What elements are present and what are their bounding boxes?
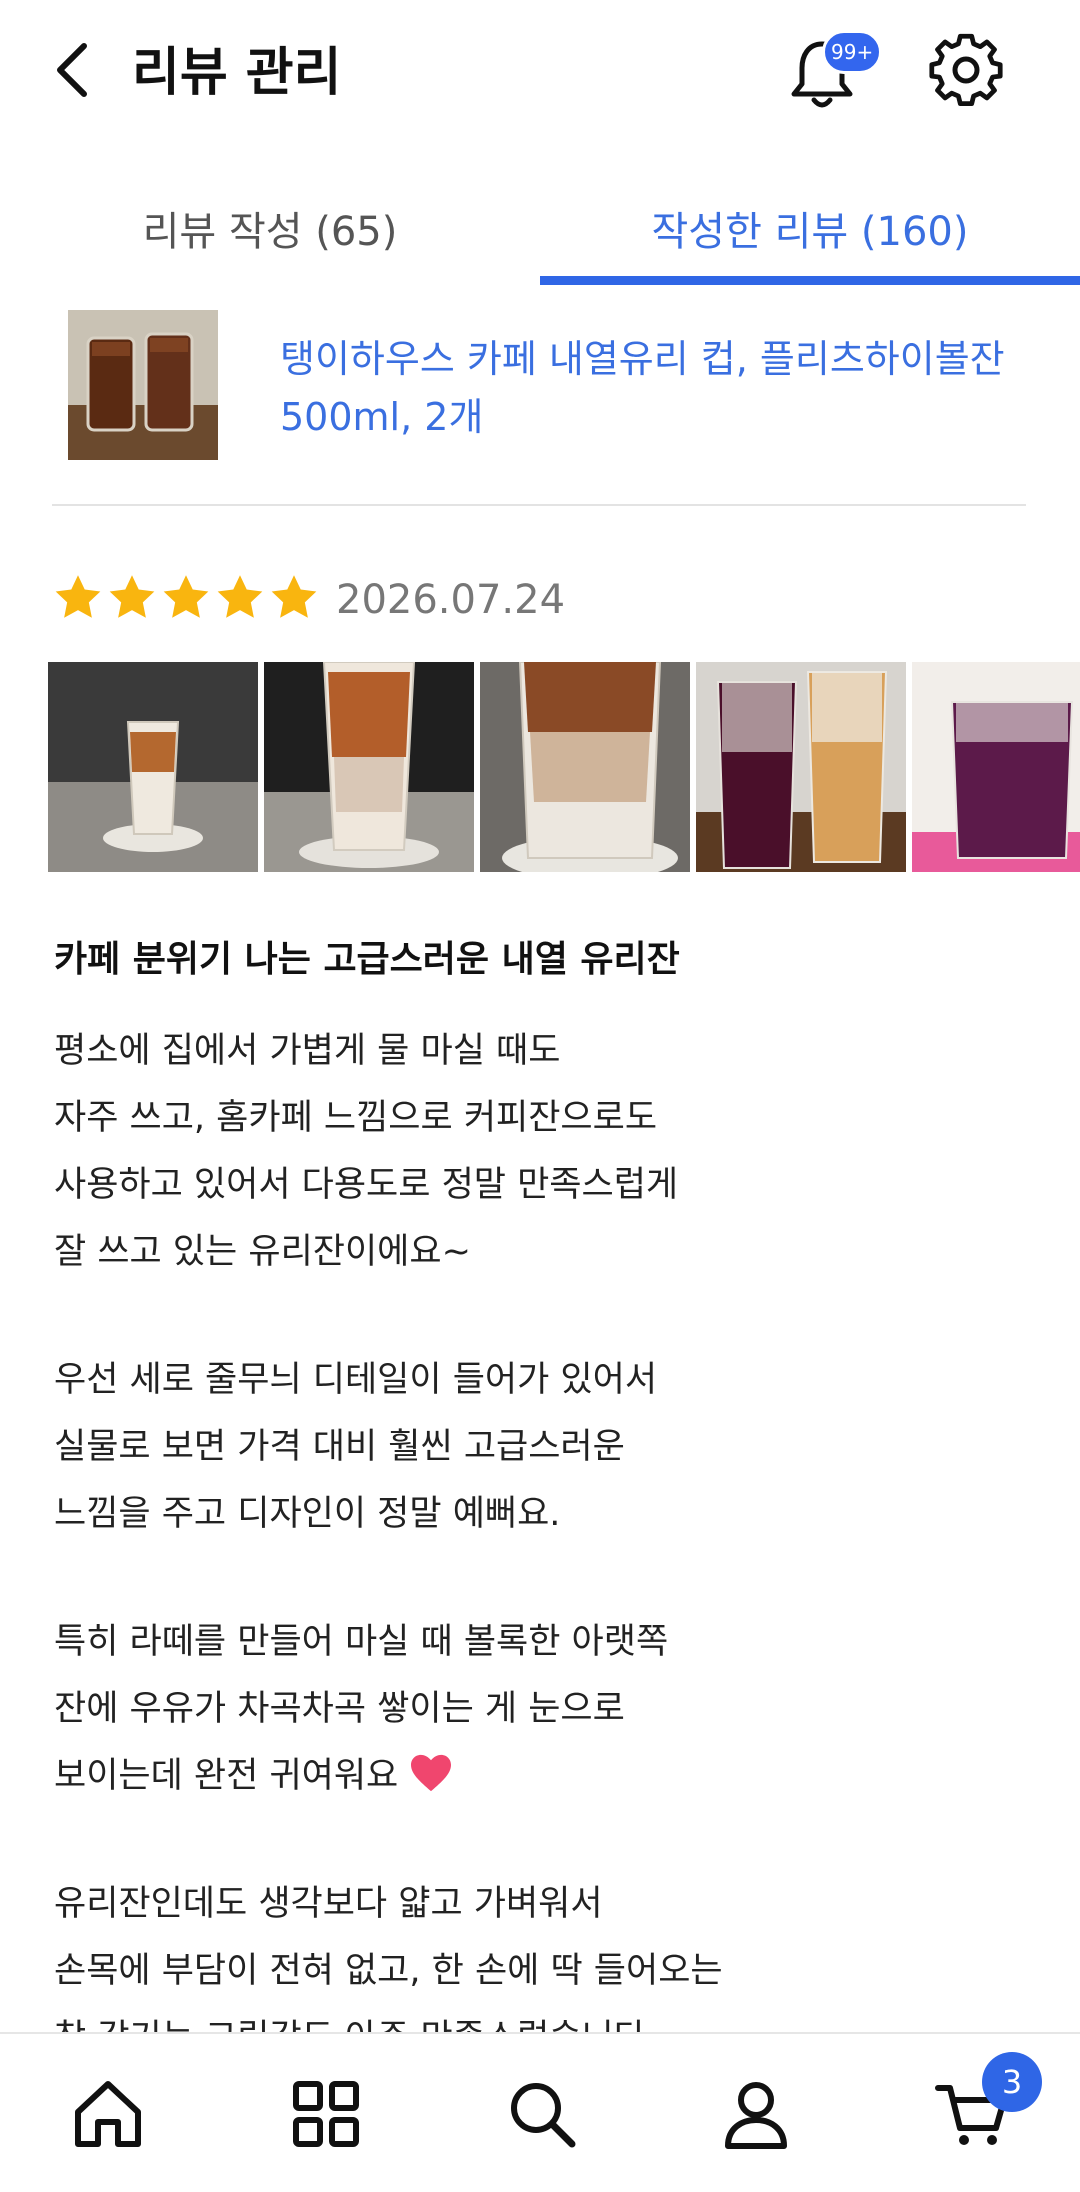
star-icon (55, 575, 101, 618)
review-line: 손목에 부담이 전혀 없고, 한 손에 딱 들어오는 (54, 1951, 723, 1991)
bottom-navigation (0, 2032, 1080, 2192)
star-icon (163, 575, 209, 618)
review-line: 평소에 집에서 가볍게 물 마실 때도 (54, 1031, 561, 1071)
product-row[interactable]: 탱이하우스 카페 내열유리 컵, 플리츠하이볼잔 500ml, 2개 (0, 300, 1080, 500)
star-icon (217, 575, 263, 618)
review-line: 잔에 우유가 차곡차곡 쌓이는 게 눈으로 (54, 1689, 625, 1729)
user-icon[interactable] (716, 2074, 796, 2154)
home-icon[interactable] (68, 2074, 148, 2154)
notification-badge: 99+ (822, 30, 883, 74)
product-name[interactable]: 탱이하우스 카페 내열유리 컵, 플리츠하이볼잔 500ml, 2개 (280, 330, 1040, 446)
review-line: 특히 라떼를 만들어 마실 때 볼록한 아랫쪽 (54, 1622, 669, 1662)
review-photo-strip[interactable] (48, 662, 1080, 872)
grid-icon[interactable] (286, 2074, 366, 2154)
review-photo[interactable] (264, 662, 474, 872)
review-line: 잘 쓰고 있는 유리잔이에요~ (54, 1232, 471, 1272)
review-line: 사용하고 있어서 다용도로 정말 만족스럽게 (54, 1165, 679, 1205)
gear-icon[interactable] (928, 32, 1004, 108)
star-icon (109, 575, 155, 618)
review-tabs: 리뷰 작성 (65) 작성한 리뷰 (160) (0, 170, 1080, 286)
review-date: 2026.07.24 (336, 577, 566, 623)
cart-badge: 3 (982, 2052, 1042, 2112)
review-line: 실물로 보면 가격 대비 훨씬 고급스러운 (54, 1427, 625, 1467)
review-photo[interactable] (48, 662, 258, 872)
review-photo[interactable] (912, 662, 1080, 872)
heart-icon (411, 1754, 452, 1792)
review-photo[interactable] (480, 662, 690, 872)
star-rating (52, 572, 320, 628)
product-thumbnail[interactable] (68, 310, 218, 460)
review-line: 느낌을 주고 디자인이 정말 예뻐요. (54, 1494, 561, 1534)
review-body: 평소에 집에서 가볍게 물 마실 때도 자주 쓰고, 홈카페 느낌으로 커피잔으… (54, 1018, 1034, 2072)
active-tab-indicator (540, 276, 1080, 285)
review-line: 우선 세로 줄무늬 디테일이 들어가 있어서 (54, 1360, 658, 1400)
review-line-with-heart: 보이는데 완전 귀여워요 (54, 1743, 1034, 1810)
review-photo[interactable] (696, 662, 906, 872)
review-line: 유리잔인데도 생각보다 얇고 가벼워서 (54, 1884, 603, 1924)
page-title: 리뷰 관리 (132, 43, 342, 103)
back-arrow-icon[interactable] (48, 40, 98, 100)
app-header: 리뷰 관리 99+ (0, 0, 1080, 150)
search-icon[interactable] (502, 2074, 582, 2154)
review-line: 자주 쓰고, 홈카페 느낌으로 커피잔으로도 (54, 1098, 658, 1138)
section-divider (52, 504, 1026, 506)
tab-write-review[interactable]: 리뷰 작성 (65) (0, 170, 540, 286)
tab-written-reviews[interactable]: 작성한 리뷰 (160) (540, 170, 1080, 286)
star-icon (271, 575, 317, 618)
review-line: 보이는데 완전 귀여워요 (54, 1756, 399, 1796)
review-title: 카페 분위기 나는 고급스러운 내열 유리잔 (54, 939, 680, 980)
